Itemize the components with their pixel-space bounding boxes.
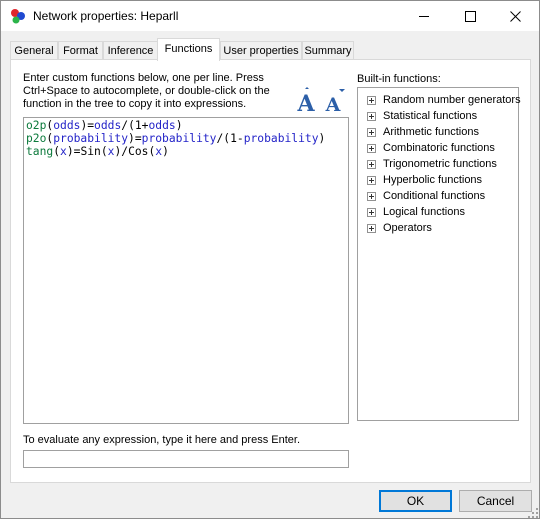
tree-item-trigonometric-functions[interactable]: Trigonometric functions xyxy=(358,156,518,172)
svg-text:A: A xyxy=(325,94,341,113)
code-punct: )=Sin( xyxy=(66,145,108,158)
title-bar[interactable]: Network properties: Heparll xyxy=(1,1,539,31)
tree-item-combinatoric-functions[interactable]: Combinatoric functions xyxy=(358,140,518,156)
parameter: odds xyxy=(53,119,81,132)
parameter: probability xyxy=(141,132,217,145)
evaluate-label: To evaluate any expression, type it here… xyxy=(23,434,300,446)
code-punct: ) xyxy=(175,119,183,132)
tab-inference[interactable]: Inference xyxy=(103,41,158,60)
code-punct: ( xyxy=(53,145,61,158)
tree-item-label: Trigonometric functions xyxy=(383,158,497,170)
ok-button[interactable]: OK xyxy=(379,490,452,512)
dialog-window: Network properties: Heparll General Form… xyxy=(0,0,540,519)
builtin-functions-label: Built-in functions: xyxy=(357,73,441,85)
function-name: p2o xyxy=(26,132,47,145)
parameter: probability xyxy=(243,132,319,145)
tab-general[interactable]: General xyxy=(10,41,58,60)
minimize-button[interactable] xyxy=(402,1,448,31)
tree-item-label: Statistical functions xyxy=(383,110,478,122)
tree-item-label: Operators xyxy=(383,222,432,234)
close-button[interactable] xyxy=(493,1,539,31)
expand-plus-icon[interactable] xyxy=(367,96,376,105)
svg-text:A: A xyxy=(296,91,315,113)
tree-item-label: Combinatoric functions xyxy=(383,142,495,154)
genie-network-icon xyxy=(11,9,25,24)
window-title: Network properties: Heparll xyxy=(33,9,179,23)
cancel-button[interactable]: Cancel xyxy=(459,490,532,512)
code-punct: ) xyxy=(318,132,326,145)
code-punct: )/Cos( xyxy=(114,145,156,158)
tree-item-random-number-generators[interactable]: Random number generators xyxy=(358,92,521,108)
parameter: x xyxy=(60,145,67,158)
maximize-icon xyxy=(465,11,476,22)
tree-item-label: Hyperbolic functions xyxy=(383,174,483,186)
tab-user-properties[interactable]: User properties xyxy=(220,41,302,60)
tree-item-logical-functions[interactable]: Logical functions xyxy=(358,204,518,220)
code-punct: )= xyxy=(80,119,95,132)
font-increase-icon[interactable]: A xyxy=(293,87,319,113)
tab-summary[interactable]: Summary xyxy=(302,41,354,60)
tree-item-statistical-functions[interactable]: Statistical functions xyxy=(358,108,518,124)
function-name: o2p xyxy=(26,119,47,132)
tree-item-conditional-functions[interactable]: Conditional functions xyxy=(358,188,518,204)
expand-plus-icon[interactable] xyxy=(367,144,376,153)
expand-plus-icon[interactable] xyxy=(367,192,376,201)
code-line: tang(x)=Sin(x)/Cos(x) xyxy=(26,145,346,158)
tab-format[interactable]: Format xyxy=(58,41,103,60)
instructions-text: Enter custom functions below, one per li… xyxy=(23,72,270,110)
code-line: o2p(odds)=odds/(1+odds) xyxy=(26,119,346,132)
resize-grip-icon[interactable] xyxy=(527,507,539,519)
code-punct: /(1+ xyxy=(121,119,149,132)
code-punct: ) xyxy=(162,145,169,158)
parameter: odds xyxy=(148,119,176,132)
expand-plus-icon[interactable] xyxy=(367,224,376,233)
tree-item-hyperbolic-functions[interactable]: Hyperbolic functions xyxy=(358,172,518,188)
builtin-functions-tree[interactable]: Random number generators Statistical fun… xyxy=(357,87,521,421)
tab-functions[interactable]: Functions xyxy=(157,38,220,61)
code-line: p2o(probability)=probability/(1-probabil… xyxy=(26,132,346,145)
font-decrease-icon[interactable]: A xyxy=(322,87,348,113)
tree-item-label: Conditional functions xyxy=(383,190,486,202)
functions-editor[interactable]: o2p(odds)=odds/(1+odds) p2o(probability)… xyxy=(23,117,349,424)
code-punct: /(1- xyxy=(216,132,244,145)
evaluate-input[interactable] xyxy=(23,450,349,468)
expand-plus-icon[interactable] xyxy=(367,128,376,137)
tree-item-arithmetic-functions[interactable]: Arithmetic functions xyxy=(358,124,518,140)
tree-item-label: Random number generators xyxy=(383,94,521,106)
close-icon xyxy=(510,11,521,22)
expand-plus-icon[interactable] xyxy=(367,176,376,185)
tree-item-operators[interactable]: Operators xyxy=(358,220,518,236)
expand-plus-icon[interactable] xyxy=(367,208,376,217)
parameter: odds xyxy=(94,119,122,132)
minimize-icon xyxy=(419,16,429,17)
tree-item-label: Logical functions xyxy=(383,206,465,218)
maximize-button[interactable] xyxy=(448,1,494,31)
tree-item-label: Arithmetic functions xyxy=(383,126,479,138)
function-name: tang xyxy=(26,145,54,158)
code-punct: )= xyxy=(128,132,142,145)
parameter: probability xyxy=(53,132,129,145)
expand-plus-icon[interactable] xyxy=(367,160,376,169)
expand-plus-icon[interactable] xyxy=(367,112,376,121)
